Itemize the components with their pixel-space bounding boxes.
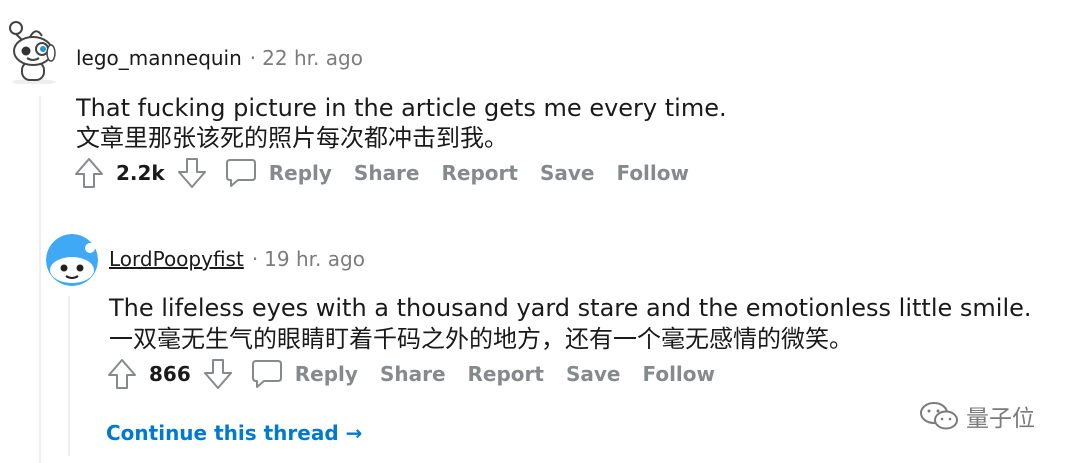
snoo-avatar-icon	[46, 234, 98, 286]
upvote-icon[interactable]	[72, 156, 106, 190]
comment-bubble-icon[interactable]	[223, 156, 259, 190]
continue-thread-link[interactable]: Continue this thread →	[106, 421, 362, 445]
reply-button[interactable]: Reply	[295, 362, 358, 386]
share-button[interactable]: Share	[380, 362, 446, 386]
thread-line-reply[interactable]	[68, 296, 70, 456]
comment-body-english: That fucking picture in the article gets…	[76, 94, 727, 122]
avatar[interactable]	[8, 18, 64, 84]
report-button[interactable]: Report	[468, 362, 544, 386]
downvote-icon[interactable]	[201, 357, 235, 391]
username[interactable]: LordPoopyfist	[109, 247, 244, 271]
comment-bubble-icon[interactable]	[249, 357, 285, 391]
comment-body-chinese: 文章里那张该死的照片每次都冲击到我。	[76, 124, 508, 152]
follow-button[interactable]: Follow	[616, 161, 689, 185]
follow-button[interactable]: Follow	[642, 362, 715, 386]
comment-actions: 866 Reply Share Report Save Follow	[105, 356, 715, 392]
save-button[interactable]: Save	[540, 161, 595, 185]
upvote-icon[interactable]	[105, 357, 139, 391]
avatar[interactable]	[46, 234, 98, 286]
report-button[interactable]: Report	[442, 161, 518, 185]
username[interactable]: lego_mannequin	[76, 46, 242, 70]
arrow-right-icon: →	[345, 421, 363, 445]
wechat-icon	[920, 402, 958, 430]
thread-line-root[interactable]	[39, 96, 41, 463]
comment-actions: 2.2k Reply Share Report Save Follow	[72, 155, 689, 191]
vote-score: 866	[149, 362, 191, 386]
meta-separator: ·	[249, 46, 257, 70]
save-button[interactable]: Save	[566, 362, 621, 386]
watermark-text: 量子位	[966, 406, 1035, 432]
timestamp[interactable]: 22 hr. ago	[262, 46, 363, 70]
downvote-icon[interactable]	[175, 156, 209, 190]
vote-score: 2.2k	[116, 161, 165, 185]
comment-body-english: The lifeless eyes with a thousand yard s…	[109, 294, 1032, 322]
share-button[interactable]: Share	[354, 161, 420, 185]
watermark: 量子位	[918, 399, 1035, 433]
comment-body-chinese: 一双毫无生气的眼睛盯着千码之外的地方，还有一个毫无感情的微笑。	[109, 325, 853, 353]
continue-thread-label: Continue this thread	[106, 421, 339, 445]
timestamp[interactable]: 19 hr. ago	[264, 247, 365, 271]
meta-separator: ·	[251, 247, 259, 271]
snoo-avatar-icon	[9, 21, 56, 84]
comment-meta: LordPoopyfist · 19 hr. ago	[109, 247, 365, 271]
reply-button[interactable]: Reply	[269, 161, 332, 185]
comment-meta: lego_mannequin · 22 hr. ago	[76, 46, 363, 70]
